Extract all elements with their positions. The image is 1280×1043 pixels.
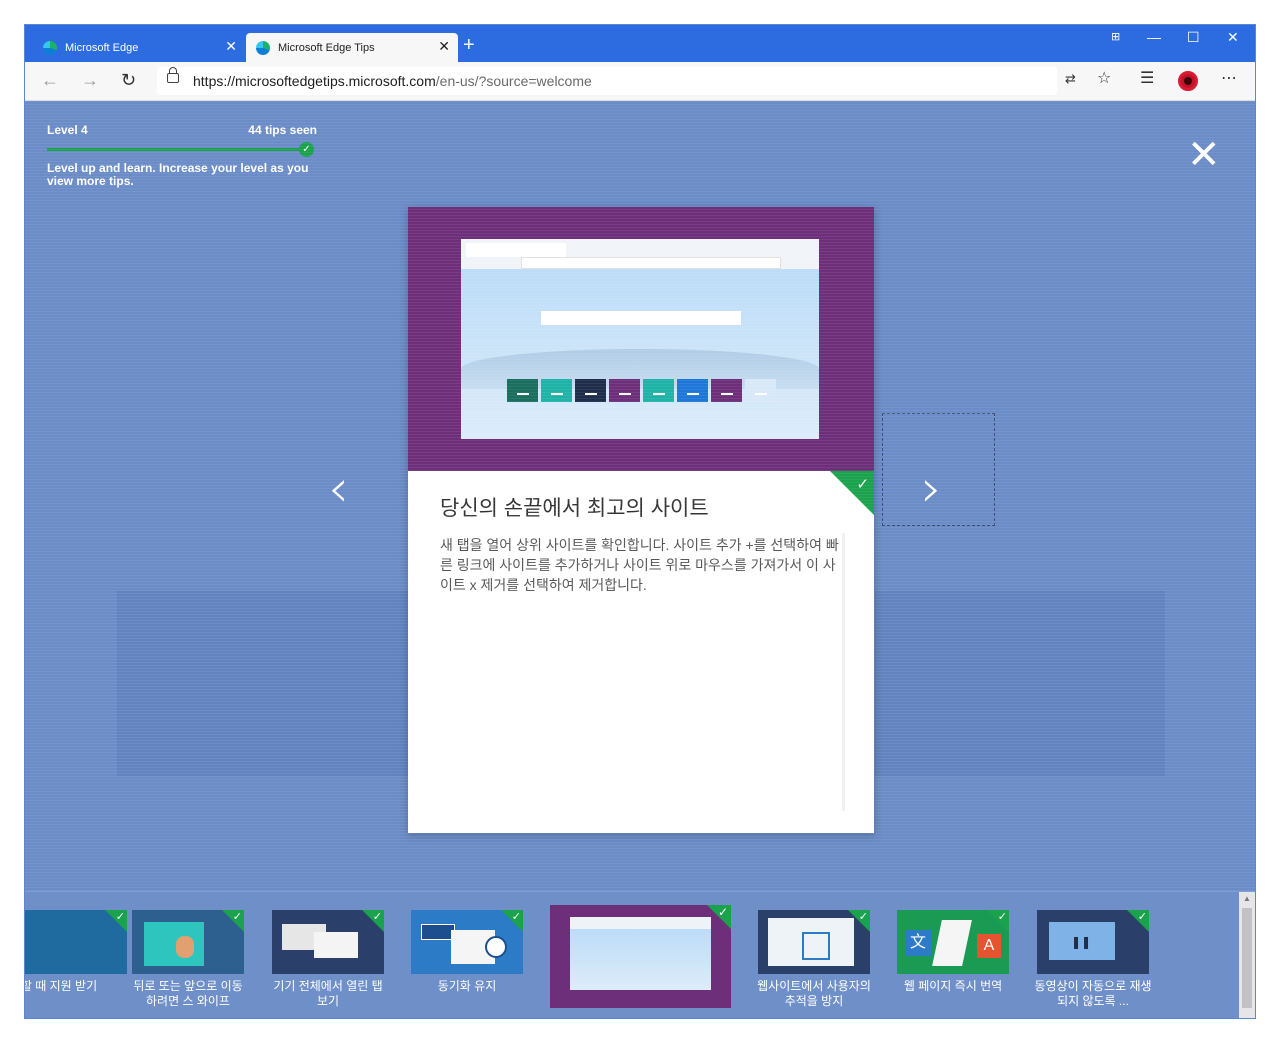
thumbnail-art <box>932 920 972 966</box>
checkmark-icon: ✓ <box>856 476 869 493</box>
close-icon[interactable]: ✕ <box>1187 135 1221 175</box>
translate-icon[interactable]: ⇄ <box>1065 70 1076 88</box>
sync-history-icon <box>485 936 507 958</box>
checkmark-icon: ✓ <box>858 911 868 923</box>
thumbnail-art <box>802 932 830 960</box>
quick-link-tile <box>609 379 640 402</box>
tab-microsoft-edge[interactable]: Microsoft Edge ✕ <box>33 33 245 62</box>
next-tip-arrow-icon[interactable]: › <box>921 463 942 515</box>
hand-swipe-icon <box>176 936 194 958</box>
tip-thumbnail-label[interactable]: 할 때 지원 받기 <box>25 979 119 994</box>
url-text[interactable]: https://microsoftedgetips.microsoft.com/… <box>193 73 592 89</box>
carousel-scrollbar[interactable]: ▲ <box>1239 892 1255 1018</box>
refresh-icon[interactable]: ↻ <box>121 71 136 89</box>
level-progress-bar <box>47 148 309 151</box>
tips-page: Level 4 44 tips seen ✓ Level up and lear… <box>25 101 1255 1018</box>
tip-thumbnail[interactable]: ✓ <box>272 910 384 974</box>
browser-window: Microsoft Edge ✕ Microsoft Edge Tips ✕ +… <box>25 25 1255 1018</box>
checkmark-icon: ✓ <box>717 905 728 919</box>
quick-link-tile <box>745 379 776 402</box>
checkmark-icon: ✓ <box>511 911 521 923</box>
thumbnail-art <box>421 924 455 940</box>
close-tab-icon[interactable]: ✕ <box>225 39 237 53</box>
quick-link-tile <box>507 379 538 402</box>
scroll-up-icon[interactable]: ▲ <box>1243 894 1251 903</box>
favorites-list-icon[interactable]: ☰ <box>1140 70 1154 88</box>
minimize-button[interactable]: — <box>1147 29 1161 45</box>
tip-thumbnail-label[interactable]: 웹사이트에서 사용자의 추적을 방지 <box>754 979 874 1009</box>
tip-thumbnail[interactable]: ✓ <box>132 910 244 974</box>
tip-thumbnail[interactable]: ❚❚ ✓ <box>1037 910 1149 974</box>
checkmark-icon: ✓ <box>372 911 382 923</box>
preview-tab <box>466 243 566 257</box>
tab-microsoft-edge-tips[interactable]: Microsoft Edge Tips ✕ <box>246 33 458 62</box>
checkmark-icon: ✓ <box>1137 911 1147 923</box>
level-description: Level up and learn. Increase your level … <box>47 161 309 188</box>
previous-tip-arrow-icon[interactable]: ‹ <box>328 463 349 515</box>
more-menu-icon[interactable]: ⋯ <box>1221 70 1237 88</box>
tips-seen-count: 44 tips seen <box>248 123 317 137</box>
tab-actions-icon[interactable]: ⊞ <box>1111 30 1120 43</box>
quick-link-tile <box>677 379 708 402</box>
quick-link-tile <box>575 379 606 402</box>
tip-illustration <box>408 207 874 471</box>
thumbnail-art <box>314 932 358 958</box>
profile-avatar[interactable] <box>1178 71 1198 91</box>
tip-thumbnail[interactable]: ✓ <box>758 910 870 974</box>
close-tab-icon[interactable]: ✕ <box>438 39 450 53</box>
preview-search-box <box>541 311 741 325</box>
thumbnail-art <box>144 922 204 966</box>
tip-card: ✓ 당신의 손끝에서 최고의 사이트 새 탭을 열어 상위 사이트를 확인합니다… <box>408 207 874 833</box>
maximize-button[interactable]: ☐ <box>1187 29 1200 46</box>
new-tab-icon[interactable]: + <box>463 35 475 55</box>
address-bar[interactable]: https://microsoftedgetips.microsoft.com/… <box>157 67 1057 95</box>
forward-arrow-icon[interactable]: → <box>81 71 99 89</box>
quick-link-tile <box>643 379 674 402</box>
quick-link-tile <box>711 379 742 402</box>
quick-link-tile <box>541 379 572 402</box>
tip-thumbnail[interactable]: ✓ <box>25 910 127 974</box>
tip-thumbnail-selected[interactable]: ✓ <box>550 905 731 1008</box>
tip-thumbnail-label[interactable]: 동기화 유지 <box>407 979 527 994</box>
new-tab-preview-image <box>461 239 819 439</box>
level-label: Level 4 <box>47 123 88 137</box>
edge-logo-icon <box>256 40 270 55</box>
tab-label: Microsoft Edge Tips <box>278 41 375 54</box>
tip-scrollbar[interactable] <box>842 533 845 811</box>
address-toolbar: ← → ↻ https://microsoftedgetips.microsof… <box>25 62 1255 101</box>
tip-thumbnail-label[interactable]: 동영상이 자동으로 재생되지 않도록 ... <box>1033 979 1153 1009</box>
checkmark-icon: ✓ <box>997 911 1007 923</box>
background-panel <box>875 591 1165 776</box>
checkmark-icon: ✓ <box>115 911 125 923</box>
close-window-button[interactable]: ✕ <box>1227 29 1239 46</box>
checkmark-icon: ✓ <box>232 911 242 923</box>
tab-bar: Microsoft Edge ✕ Microsoft Edge Tips ✕ +… <box>25 25 1255 62</box>
translate-source-icon: 文 <box>905 930 931 956</box>
tip-title: 당신의 손끝에서 최고의 사이트 <box>440 497 709 520</box>
tip-thumbnail-label[interactable]: 뒤로 또는 앞으로 이동하려면 스 와이프 <box>128 979 248 1009</box>
tip-thumbnail[interactable]: 文 A ✓ <box>897 910 1009 974</box>
tip-body: 새 탭을 열어 상위 사이트를 확인합니다. 사이트 추가 +를 선택하여 빠른… <box>440 537 839 593</box>
translate-target-icon: A <box>977 934 1001 958</box>
thumbnail-art <box>570 917 711 990</box>
favorite-star-icon[interactable]: ☆ <box>1097 70 1111 88</box>
preview-address-bar <box>521 257 781 269</box>
scrollbar-thumb[interactable] <box>1242 908 1252 1008</box>
lock-icon <box>167 67 179 83</box>
tip-thumbnail[interactable]: ✓ <box>411 910 523 974</box>
background-panel <box>117 591 445 776</box>
pause-icon: ❚❚ <box>1071 935 1092 949</box>
edge-logo-icon <box>43 40 57 55</box>
tips-carousel: ✓ 할 때 지원 받기 ✓ 뒤로 또는 앞으로 이동하려면 스 와이프 ✓ 기기… <box>25 891 1255 1018</box>
tip-thumbnail-label[interactable]: 기기 전체에서 열린 탭 보기 <box>268 979 388 1009</box>
checkmark-icon: ✓ <box>299 142 314 157</box>
tip-thumbnail-label[interactable]: 웹 페이지 즉시 번역 <box>893 979 1013 994</box>
tab-label: Microsoft Edge <box>65 41 139 54</box>
back-arrow-icon[interactable]: ← <box>41 71 59 89</box>
